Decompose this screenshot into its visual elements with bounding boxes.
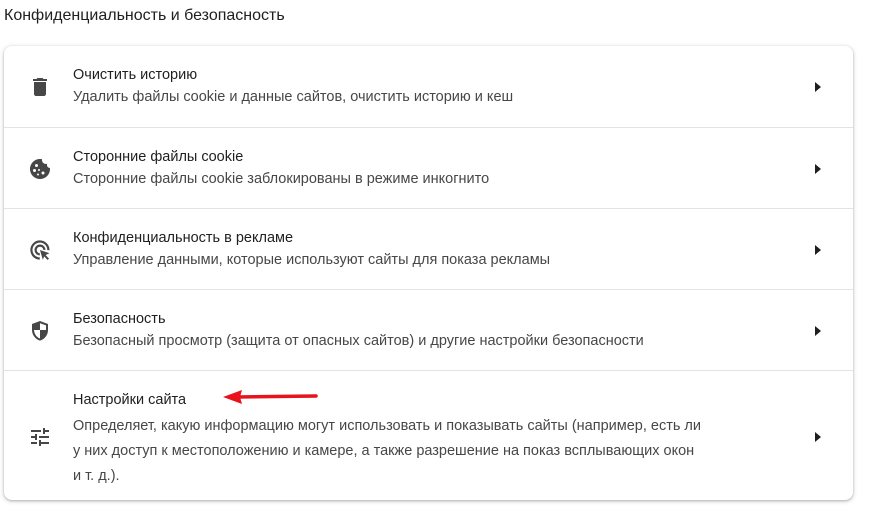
- tune-icon: [28, 425, 52, 449]
- row-title: Настройки сайта: [73, 392, 187, 408]
- chevron-right-icon: [815, 245, 821, 255]
- section-title: Конфиденциальность и безопасность: [4, 7, 285, 24]
- trash-icon: [28, 75, 52, 99]
- security-row[interactable]: Безопасность Безопасный просмотр (защита…: [4, 289, 853, 370]
- privacy-settings-card: Очистить историю Удалить файлы cookie и …: [4, 46, 853, 500]
- clear-history-row[interactable]: Очистить историю Удалить файлы cookie и …: [4, 46, 853, 127]
- desc-line: и т. д.).: [73, 468, 120, 484]
- row-description: Удалить файлы cookie и данные сайтов, оч…: [73, 89, 514, 105]
- row-title: Очистить историю: [73, 67, 198, 83]
- row-title: Безопасность: [73, 311, 166, 327]
- chevron-right-icon: [815, 164, 821, 174]
- ad-privacy-row[interactable]: Конфиденциальность в рекламе Управление …: [4, 208, 853, 289]
- annotation-arrow: [223, 390, 318, 404]
- row-title: Конфиденциальность в рекламе: [73, 230, 294, 246]
- desc-line: Определяет, какую информацию могут испол…: [73, 418, 701, 434]
- chevron-right-icon: [815, 326, 821, 336]
- shield-icon: [28, 319, 52, 343]
- ad-privacy-icon: [28, 238, 52, 262]
- row-title: Сторонние файлы cookie: [73, 149, 244, 165]
- chevron-right-icon: [815, 432, 821, 442]
- privacy-security-page: Конфиденциальность и безопасность Очисти…: [0, 0, 869, 509]
- chevron-right-icon: [815, 82, 821, 92]
- row-description: Определяет, какую информацию могут испол…: [73, 414, 783, 489]
- site-settings-row[interactable]: Настройки сайта Определяет, какую информ…: [4, 370, 853, 500]
- row-description: Управление данными, которые используют с…: [73, 252, 551, 268]
- row-description: Сторонние файлы cookie заблокированы в р…: [73, 171, 490, 187]
- cookie-icon: [28, 157, 52, 181]
- third-party-cookies-row[interactable]: Сторонние файлы cookie Сторонние файлы c…: [4, 127, 853, 208]
- row-description: Безопасный просмотр (защита от опасных с…: [73, 333, 644, 349]
- desc-line: у них доступ к местоположению и камере, …: [73, 443, 695, 459]
